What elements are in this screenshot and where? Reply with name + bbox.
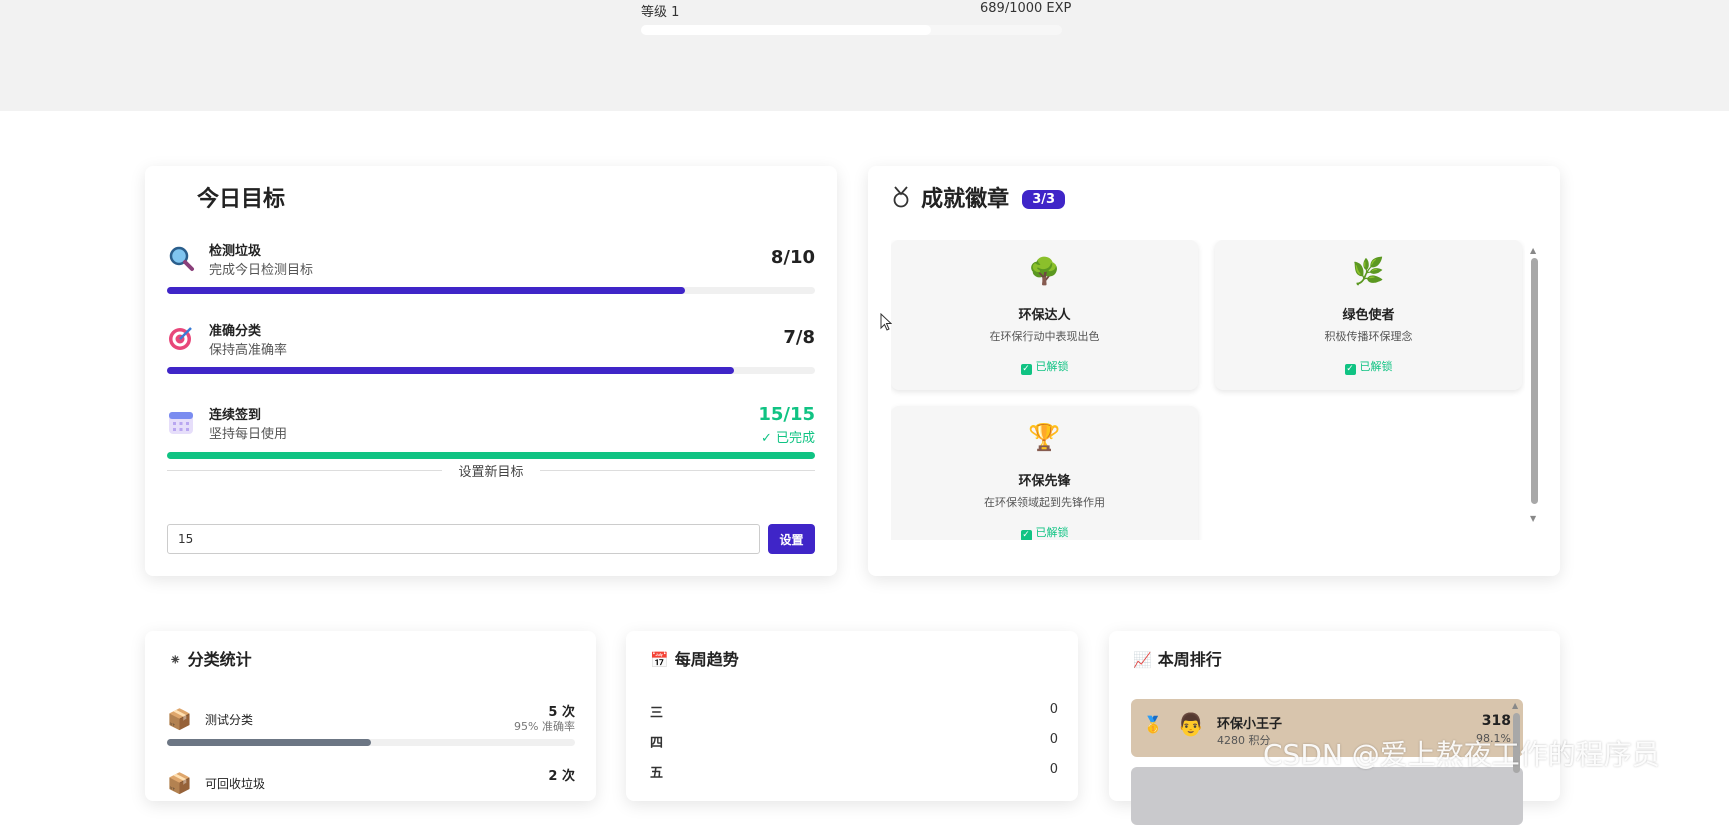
goal-name: 准确分类 xyxy=(209,324,262,339)
today-goals-card: 今日目标 检测垃圾 完成今日检测目标 8/10 准确分类 保持高准确率 7/8 xyxy=(145,166,837,576)
rank-name: 环保小王子 xyxy=(1217,717,1283,732)
category-accuracy: 95% 准确率 xyxy=(514,720,575,733)
watermark: CSDN @爱上熬夜工作的程序员 xyxy=(1263,738,1660,771)
mouse-cursor-icon xyxy=(880,313,892,331)
category-name: 可回收垃圾 xyxy=(205,777,266,791)
goal-done-label: ✓ 已完成 xyxy=(760,431,815,446)
set-goal-divider: 设置新目标 xyxy=(167,460,815,480)
level-header: 等级 1 689/1000 EXP xyxy=(0,0,1729,111)
scroll-up-icon[interactable]: ▲ xyxy=(1512,701,1518,710)
trend-day: 四 xyxy=(650,736,664,751)
badge-status: ✓ 已解锁 xyxy=(1344,360,1393,375)
goal-name: 检测垃圾 xyxy=(209,244,262,259)
category-count: 2 次 xyxy=(548,769,575,784)
category-stats-card: ⁕ 分类统计 📦 测试分类 5 次 95% 准确率 📦 可回收垃圾 2 次 xyxy=(145,631,596,801)
badge-name: 环保先锋 xyxy=(1018,474,1071,489)
category-name: 测试分类 xyxy=(205,713,254,727)
check-icon: ✓ xyxy=(1020,364,1032,375)
trend-value: 0 xyxy=(1049,702,1058,717)
exp-label: 689/1000 EXP xyxy=(980,1,1072,16)
trophy-icon: 🏆 xyxy=(1028,423,1061,453)
calendar-icon: 📅 xyxy=(650,651,669,669)
rank-item[interactable] xyxy=(1131,767,1523,825)
goal-desc: 完成今日检测目标 xyxy=(209,263,314,278)
badge-card[interactable]: 🏆 环保先锋 在环保领域起到先锋作用 ✓ 已解锁 xyxy=(891,406,1198,540)
box-icon: 📦 xyxy=(167,771,192,795)
badge-desc: 积极传播环保理念 xyxy=(1324,330,1413,343)
category-progress-fill xyxy=(167,739,371,746)
goal-item: 连续签到 坚持每日使用 15/15 ✓ 已完成 xyxy=(167,404,815,464)
exp-progress-fill xyxy=(641,25,932,35)
badge-status: ✓ 已解锁 xyxy=(1020,360,1069,375)
box-icon: 📦 xyxy=(167,707,192,731)
target-icon xyxy=(169,327,192,350)
category-stats-header: ⁕ 分类统计 xyxy=(169,646,252,670)
category-row: 📦 测试分类 5 次 95% 准确率 xyxy=(167,701,575,751)
check-icon: ✓ xyxy=(1020,530,1032,540)
goal-progress-fill xyxy=(167,367,734,374)
calendar-icon xyxy=(169,412,193,434)
set-goal-button[interactable]: 设置 xyxy=(768,524,815,554)
goal-count: 7/8 xyxy=(783,327,815,348)
badge-name: 绿色使者 xyxy=(1342,308,1395,323)
trend-value: 0 xyxy=(1049,732,1058,747)
goal-count: 15/15 xyxy=(758,404,815,425)
magnifier-icon xyxy=(169,246,194,271)
medal-icon: 🥇 xyxy=(1143,715,1163,734)
goal-progress-fill xyxy=(167,452,815,459)
goal-progress-bar xyxy=(167,452,815,459)
category-stats-title: 分类统计 xyxy=(187,650,252,669)
chart-icon: 📈 xyxy=(1133,651,1152,669)
sparkle-icon: ⁕ xyxy=(169,651,182,669)
badge-desc: 在环保行动中表现出色 xyxy=(989,330,1100,343)
scroll-down-icon[interactable]: ▼ xyxy=(1530,514,1536,523)
badge-grid: 🌳 环保达人 在环保行动中表现出色 ✓ 已解锁 🌿 绿色使者 积极传播环保理念 ✓… xyxy=(891,240,1525,540)
weekly-rank-header: 📈 本周排行 xyxy=(1133,646,1222,670)
goal-desc: 保持高准确率 xyxy=(209,343,288,358)
weekly-rank-card: 📈 本周排行 🥇 👨 环保小王子 4280 积分 318 98.1% ▲ xyxy=(1109,631,1560,825)
badges-title: 成就徽章 xyxy=(921,187,1010,212)
scroll-up-icon[interactable]: ▲ xyxy=(1530,246,1536,255)
level-label: 等级 1 xyxy=(641,5,680,20)
goal-progress-bar xyxy=(167,367,815,374)
badge-desc: 在环保领域起到先锋作用 xyxy=(984,496,1105,509)
medal-icon xyxy=(893,186,909,208)
badge-card[interactable]: 🌳 环保达人 在环保行动中表现出色 ✓ 已解锁 xyxy=(891,240,1198,390)
goal-target-input[interactable] xyxy=(167,524,760,554)
trend-value: 0 xyxy=(1049,762,1058,777)
weekly-trend-header: 📅 每周趋势 xyxy=(650,646,739,670)
goal-desc: 坚持每日使用 xyxy=(209,427,288,442)
trend-day: 五 xyxy=(650,766,664,781)
badge-card[interactable]: 🌿 绿色使者 积极传播环保理念 ✓ 已解锁 xyxy=(1215,240,1522,390)
weekly-rank-title: 本周排行 xyxy=(1157,650,1222,669)
rank-score: 318 xyxy=(1481,713,1511,729)
badge-status: ✓ 已解锁 xyxy=(1020,526,1069,540)
badges-header: 成就徽章 3/3 xyxy=(892,181,1066,213)
goal-count: 8/10 xyxy=(770,247,815,268)
check-icon: ✓ xyxy=(1344,364,1356,375)
divider-label: 设置新目标 xyxy=(458,465,524,480)
scroll-thumb[interactable] xyxy=(1531,258,1538,504)
herb-icon: 🌿 xyxy=(1352,257,1385,287)
exp-progress-bar xyxy=(641,25,1062,35)
category-row: 📦 可回收垃圾 2 次 xyxy=(167,765,575,805)
category-progress-bar xyxy=(167,739,575,746)
goals-title: 今日目标 xyxy=(197,187,286,212)
weekly-trend-title: 每周趋势 xyxy=(674,650,739,669)
badges-scrollbar[interactable]: ▲ ▼ xyxy=(1529,246,1539,536)
badge-name: 环保达人 xyxy=(1018,308,1071,323)
weekly-trend-card: 📅 每周趋势 三 0 四 0 五 0 xyxy=(626,631,1078,801)
trend-day: 三 xyxy=(650,706,664,721)
achievement-badges-card: 成就徽章 3/3 🌳 环保达人 在环保行动中表现出色 ✓ 已解锁 🌿 绿色使者 积… xyxy=(868,166,1560,576)
goal-item: 检测垃圾 完成今日检测目标 8/10 xyxy=(167,240,815,300)
goal-progress-bar xyxy=(167,287,815,294)
tree-icon: 🌳 xyxy=(1028,257,1061,287)
badge-count: 3/3 xyxy=(1022,190,1066,209)
goal-progress-fill xyxy=(167,287,686,294)
avatar: 👨 xyxy=(1177,713,1205,738)
goal-item: 准确分类 保持高准确率 7/8 xyxy=(167,320,815,380)
goal-name: 连续签到 xyxy=(209,408,262,423)
